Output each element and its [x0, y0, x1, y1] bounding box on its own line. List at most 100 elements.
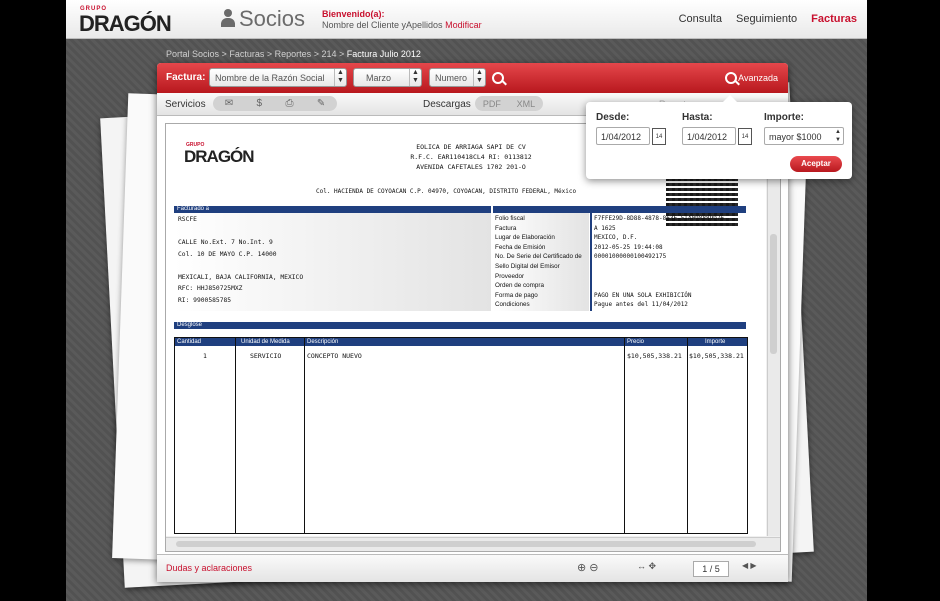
field-value: F7FFE29D-8D88-4878-863E-5IA098889D76	[594, 215, 725, 222]
chevron-updown-icon: ▲ ▼	[409, 69, 421, 86]
horizontal-scrollbar[interactable]	[166, 537, 780, 551]
breadcrumb: Portal Socios > Facturas > Reportes > 21…	[166, 49, 421, 59]
column-divider	[687, 338, 688, 533]
attach-icon[interactable]: ✎	[317, 98, 325, 109]
help-link[interactable]: Dudas y aclaraciones	[166, 563, 252, 573]
invoice-document: GRUPO DRAGÓN EOLICA DE ARRIAGA SAPI DE C…	[166, 124, 766, 536]
calendar-icon[interactable]: 14	[652, 128, 666, 145]
scroll-thumb[interactable]	[176, 541, 756, 547]
breadcrumb-current: Factura Julio 2012	[346, 49, 421, 59]
section-title: Socios	[221, 6, 305, 32]
calendar-icon[interactable]: 14	[738, 128, 752, 145]
field-label: No. De Serie del Certificado de	[495, 253, 582, 261]
field-label: Proveedor	[495, 272, 525, 280]
main-nav: Consulta Seguimiento Facturas	[679, 13, 857, 25]
field-label: Fecha de Emisión	[495, 243, 546, 251]
nav-facturas[interactable]: Facturas	[811, 13, 857, 25]
next-page-icon[interactable]: ▶	[750, 561, 756, 570]
scroll-thumb[interactable]	[770, 234, 777, 354]
breadcrumb-facturas[interactable]: Facturas	[229, 49, 264, 59]
breadcrumb-portal[interactable]: Portal Socios	[166, 49, 219, 59]
brand-logo[interactable]: DRAGÓN	[79, 11, 172, 37]
hasta-label: Hasta:	[682, 112, 713, 123]
fit-page-icon[interactable]: ✥	[649, 561, 657, 571]
field-label: Condiciones	[495, 301, 530, 309]
issuer-block: EOLICA DE ARRIAGA SAPI DE CV R.F.C. EAR1…	[386, 142, 556, 172]
nav-seguimiento[interactable]: Seguimiento	[736, 13, 797, 25]
cell-precio: $10,505,338.21	[627, 352, 682, 360]
doc-brand-logo: DRAGÓN	[184, 147, 255, 166]
desde-label: Desde:	[596, 112, 630, 123]
download-formats: PDF XML	[475, 96, 543, 111]
number-value: Numero	[435, 73, 468, 83]
advanced-search-link[interactable]: Avanzada	[738, 73, 778, 83]
pdf-button[interactable]: PDF	[483, 99, 501, 109]
month-value: Marzo	[366, 73, 392, 83]
accept-button[interactable]: Aceptar	[790, 156, 842, 172]
field-value	[594, 262, 724, 272]
search-icon[interactable]	[725, 72, 737, 84]
hasta-input[interactable]: 1/04/2012	[682, 127, 736, 145]
breadcrumb-separator: >	[313, 49, 319, 59]
field-value: 00001000000100492175	[594, 253, 667, 261]
breadcrumb-214[interactable]: 214	[321, 49, 336, 59]
filter-bar: Factura: Nombre de la Razón Social ▲ ▼ Ma…	[157, 63, 788, 93]
col-descripcion: Descripción	[307, 339, 339, 345]
breadcrumb-separator: >	[339, 49, 345, 59]
client-line: RI: 9900585785	[178, 296, 232, 304]
cell-unidad: SERVICIO	[250, 352, 282, 360]
field-value: 2012-05-25 19:44:08	[594, 243, 663, 251]
field-label: Sello Digital del Emisor	[495, 262, 560, 270]
viewer-footer: Dudas y aclaraciones ⊕ ⊖ ↔ ✥ 1 / 5 ◀ ▶	[157, 554, 788, 582]
issuer-address: Col. HACIENDA DE COYOACAN C.P. 04970, CO…	[316, 188, 577, 195]
cell-descripcion: CONCEPTO NUEVO	[307, 352, 362, 360]
importe-value: mayor $1000	[769, 132, 822, 142]
month-select[interactable]: Marzo ▲ ▼	[353, 68, 422, 87]
search-icon[interactable]	[492, 72, 504, 84]
welcome-block: Bienvenido(a): Nombre del Cliente yApell…	[322, 9, 482, 31]
zoom-in-icon[interactable]: ⊕	[577, 562, 586, 574]
razon-social-value: Nombre de la Razón Social	[215, 73, 325, 83]
field-label: Lugar de Elaboración	[495, 234, 555, 242]
vertical-scrollbar[interactable]	[767, 124, 780, 536]
welcome-name: Nombre del Cliente yApellidos	[322, 20, 443, 30]
email-icon[interactable]: ✉	[225, 98, 233, 109]
number-select[interactable]: Numero ▲ ▼	[429, 68, 486, 87]
divider	[590, 213, 592, 311]
breadcrumb-reportes[interactable]: Reportes	[275, 49, 312, 59]
client-line	[178, 260, 303, 272]
chevron-updown-icon: ▲ ▼	[473, 69, 485, 86]
billed-to-header: Facturado a	[174, 206, 491, 213]
col-importe: Importe	[705, 339, 726, 345]
modify-link[interactable]: Modificar	[445, 20, 482, 30]
page-indicator[interactable]: 1 / 5	[693, 561, 729, 577]
field-value: A 1625	[594, 224, 616, 232]
print-icon[interactable]: ⎙	[285, 98, 293, 109]
prev-page-icon[interactable]: ◀	[742, 561, 748, 570]
fields-header	[493, 206, 746, 213]
field-label: Forma de pago	[495, 291, 538, 299]
field-value: MEXICO, D.F.	[594, 234, 638, 242]
client-line: Col. 10 DE MAYO C.P. 14000	[178, 250, 277, 258]
client-line: MEXICALI, BAJA CALIFORNIA, MEXICO	[178, 273, 304, 281]
field-labels: Folio fiscal Factura Lugar de Elaboració…	[495, 214, 582, 310]
nav-consulta[interactable]: Consulta	[679, 13, 722, 25]
xml-button[interactable]: XML	[517, 99, 536, 109]
welcome-name-line: Nombre del Cliente yApellidos Modificar	[322, 20, 482, 31]
fit-controls: ↔ ✥	[637, 561, 656, 572]
dollar-icon[interactable]: $	[257, 98, 263, 109]
column-divider	[304, 338, 305, 533]
top-header: GRUPO DRAGÓN Socios Bienvenido(a): Nombr…	[66, 0, 867, 39]
razon-social-select[interactable]: Nombre de la Razón Social ▲ ▼	[209, 68, 347, 87]
desde-input[interactable]: 1/04/2012	[596, 127, 650, 145]
col-precio: Precio	[627, 339, 645, 345]
zoom-out-icon[interactable]: ⊖	[589, 562, 598, 574]
advanced-search-popup: Desde: 1/04/2012 14 Hasta: 1/04/2012 14 …	[586, 95, 852, 179]
page-total: 5	[714, 564, 720, 574]
col-unidad: Unidad de Medida	[241, 339, 290, 345]
field-label: Factura	[495, 224, 517, 232]
field-values: F7FFE29D-8D88-4878-863E-5IA098889D76 A 1…	[594, 214, 724, 310]
user-icon	[221, 9, 235, 29]
fit-width-icon[interactable]: ↔	[637, 561, 646, 571]
importe-select[interactable]: mayor $1000 ▲ ▼	[764, 127, 844, 145]
